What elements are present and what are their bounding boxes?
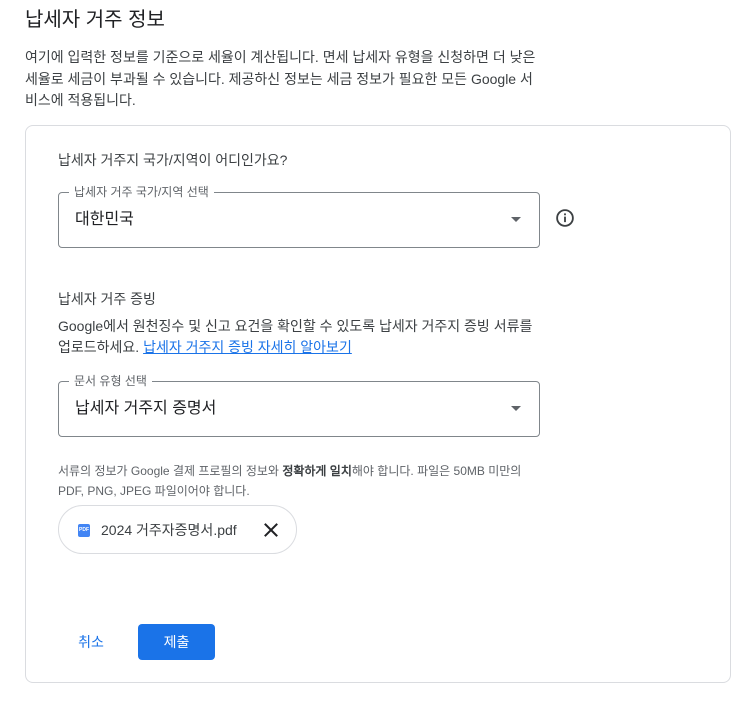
document-type-select[interactable]: 문서 유형 선택 납세자 거주지 증명서 bbox=[58, 374, 540, 437]
document-type-label: 문서 유형 선택 bbox=[69, 374, 152, 388]
country-select-value: 대한민국 bbox=[75, 211, 134, 228]
country-select[interactable]: 납세자 거주 국가/지역 선택 대한민국 bbox=[58, 185, 540, 248]
learn-more-link[interactable]: 납세자 거주지 증빙 자세히 알아보기 bbox=[143, 339, 352, 355]
page-title: 납세자 거주 정보 bbox=[25, 9, 165, 31]
tax-residency-form-card: 납세자 거주지 국가/지역이 어디인가요? 납세자 거주 국가/지역 선택 대한… bbox=[25, 125, 731, 683]
submit-button[interactable]: 제출 bbox=[138, 624, 215, 660]
dropdown-arrow-icon bbox=[511, 406, 521, 411]
pdf-file-icon: PDF bbox=[78, 524, 90, 537]
document-type-value: 납세자 거주지 증명서 bbox=[75, 400, 217, 417]
info-icon[interactable] bbox=[554, 207, 576, 229]
file-note-text: 서류의 정보가 Google 결제 프로필의 정보와 bbox=[58, 464, 283, 478]
page-description: 여기에 입력한 정보를 기준으로 세율이 계산됩니다. 면세 납세자 유형을 신… bbox=[25, 49, 536, 108]
uploaded-file-chip: PDF 2024 거주자증명서.pdf bbox=[58, 505, 297, 554]
file-requirements-note: 서류의 정보가 Google 결제 프로필의 정보와 정확하게 일치해야 합니다… bbox=[58, 461, 548, 501]
close-icon[interactable] bbox=[260, 519, 282, 541]
country-select-label: 납세자 거주 국가/지역 선택 bbox=[69, 185, 214, 199]
uploaded-file-name: 2024 거주자증명서.pdf bbox=[101, 522, 237, 538]
proof-section-description: Google에서 원천징수 및 신고 요건을 확인할 수 있도록 납세자 거주지… bbox=[58, 316, 538, 358]
proof-section-title: 납세자 거주 증빙 bbox=[58, 291, 156, 307]
cancel-button[interactable]: 취소 bbox=[59, 624, 123, 660]
file-note-emphasis: 정확하게 일치 bbox=[282, 464, 352, 478]
country-question: 납세자 거주지 국가/지역이 어디인가요? bbox=[58, 152, 288, 168]
dropdown-arrow-icon bbox=[511, 217, 521, 222]
